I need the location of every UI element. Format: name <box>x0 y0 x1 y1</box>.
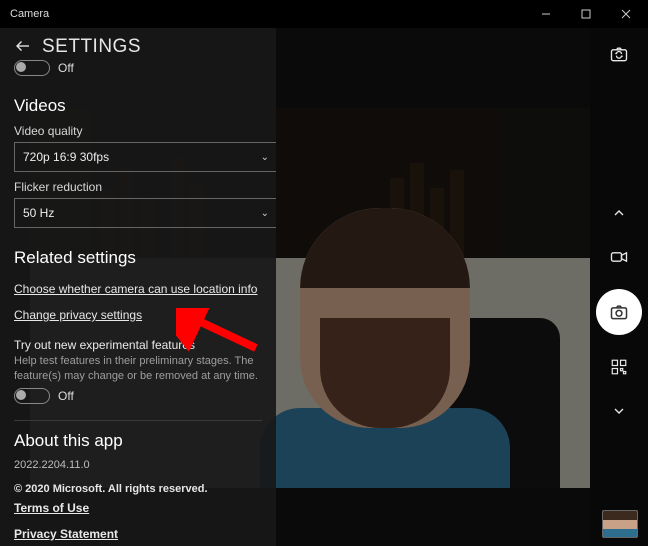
privacy-statement-link[interactable]: Privacy Statement <box>14 527 118 541</box>
flicker-reduction-label: Flicker reduction <box>14 180 262 194</box>
titlebar: Camera <box>0 0 648 28</box>
chevron-down-icon: ⌄ <box>261 208 269 219</box>
experimental-toggle-label: Off <box>58 389 74 403</box>
settings-panel: SETTINGS Off Videos Video quality 720p 1… <box>0 28 276 546</box>
toggle-off-icon <box>14 60 50 76</box>
last-capture-thumbnail[interactable] <box>602 510 638 538</box>
videos-heading: Videos <box>14 96 262 116</box>
flicker-reduction-value: 50 Hz <box>23 206 54 220</box>
top-toggle[interactable]: Off <box>14 60 262 76</box>
window-title: Camera <box>10 8 49 20</box>
experimental-toggle[interactable]: Off <box>14 388 262 404</box>
maximize-button[interactable] <box>566 0 606 28</box>
copyright-text: © 2020 Microsoft. All rights reserved. <box>14 483 262 495</box>
top-toggle-label: Off <box>58 61 74 75</box>
chevron-down-icon[interactable] <box>599 391 639 431</box>
right-toolbar <box>590 28 648 546</box>
about-version: 2022.2204.11.0 <box>14 459 262 471</box>
settings-title: SETTINGS <box>42 36 141 58</box>
video-mode-button[interactable] <box>599 237 639 277</box>
chevron-up-icon[interactable] <box>599 193 639 233</box>
video-quality-select[interactable]: 720p 16:9 30fps ⌄ <box>14 142 276 172</box>
related-settings-heading: Related settings <box>14 248 262 268</box>
window-controls <box>526 0 646 28</box>
chevron-down-icon: ⌄ <box>261 152 269 163</box>
shutter-button[interactable] <box>596 289 642 335</box>
video-quality-label: Video quality <box>14 124 262 138</box>
about-heading: About this app <box>14 431 262 451</box>
minimize-button[interactable] <box>526 0 566 28</box>
experimental-desc: Help test features in their preliminary … <box>14 354 262 384</box>
divider <box>14 420 262 421</box>
content-area: SETTINGS Off Videos Video quality 720p 1… <box>0 28 648 546</box>
location-info-link[interactable]: Choose whether camera can use location i… <box>14 282 257 296</box>
camera-app-window: Camera <box>0 0 648 546</box>
experimental-title: Try out new experimental features <box>14 338 262 352</box>
flicker-reduction-select[interactable]: 50 Hz ⌄ <box>14 198 276 228</box>
qr-mode-button[interactable] <box>599 347 639 387</box>
terms-of-use-link[interactable]: Terms of Use <box>14 501 89 515</box>
video-quality-value: 720p 16:9 30fps <box>23 150 109 164</box>
switch-camera-icon[interactable] <box>599 34 639 74</box>
close-button[interactable] <box>606 0 646 28</box>
toggle-off-icon <box>14 388 50 404</box>
change-privacy-settings-link[interactable]: Change privacy settings <box>14 308 142 322</box>
back-icon[interactable] <box>14 37 32 58</box>
